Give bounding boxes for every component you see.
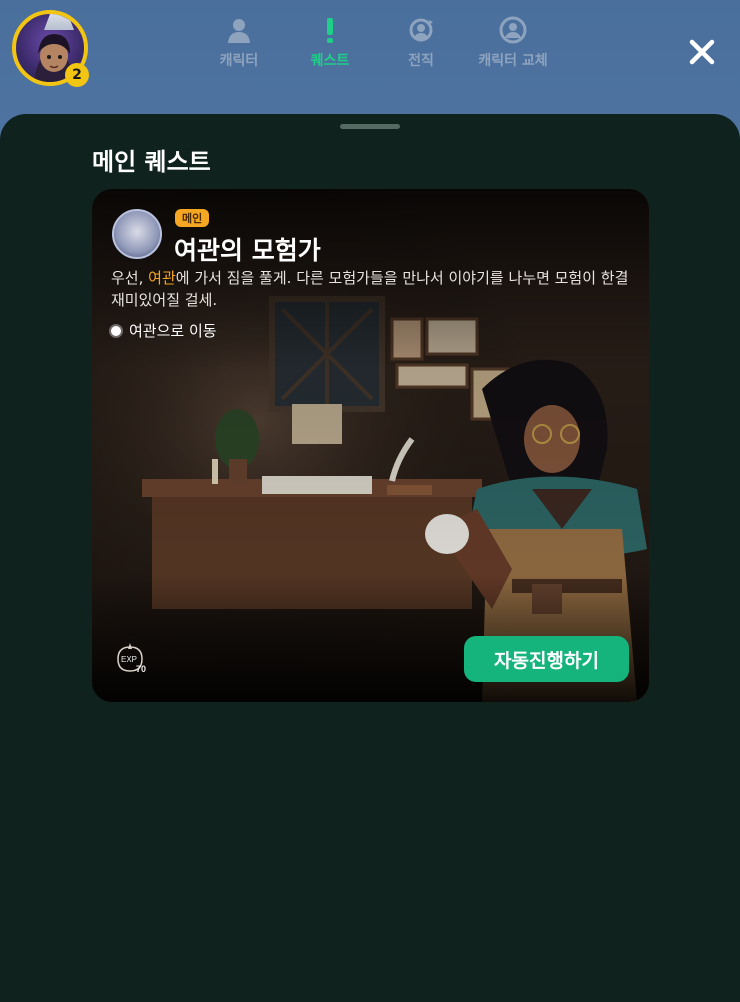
quest-sheet: 메인 퀘스트 메인 여관의 모험가 우선, 여관에 가서 짐을 풀게. 다른 모… (0, 114, 740, 1002)
npc-portrait (112, 209, 162, 259)
quest-card[interactable]: 메인 여관의 모험가 우선, 여관에 가서 짐을 풀게. 다른 모험가들을 만나… (92, 189, 649, 702)
svg-text:70: 70 (136, 664, 146, 674)
close-button[interactable] (684, 34, 720, 70)
exp-reward-badge: EXP 70 (114, 643, 150, 675)
quest-description: 우선, 여관에 가서 짐을 풀게. 다른 모험가들을 만나서 이야기를 나누면 … (111, 269, 629, 309)
level-badge: 2 (65, 63, 89, 87)
swap-character-icon (499, 16, 527, 44)
quest-title: 여관의 모험가 (174, 236, 321, 265)
tab-character[interactable]: 캐릭터 (194, 16, 284, 70)
section-title: 메인 퀘스트 (92, 148, 211, 176)
objective-bullet-icon (111, 325, 121, 336)
quest-objective: 여관으로 이동 (111, 320, 217, 341)
tab-label: 퀘스트 (310, 53, 350, 69)
exp-icon: EXP 70 (117, 643, 146, 674)
drag-handle[interactable] (340, 124, 400, 129)
highlight-location: 여관 (148, 269, 176, 287)
tab-label: 캐릭터 교체 (478, 53, 548, 69)
auto-progress-button[interactable]: 자동진행하기 (464, 636, 629, 682)
tab-label: 전직 (408, 53, 434, 69)
class-change-icon (409, 18, 433, 42)
person-icon (228, 19, 250, 43)
tab-label: 캐릭터 (219, 53, 259, 69)
tab-class-change[interactable]: 전직 (376, 16, 466, 70)
tab-swap-character[interactable]: 캐릭터 교체 (468, 16, 558, 70)
exclamation-icon (327, 18, 333, 43)
objective-label: 여관으로 이동 (129, 322, 217, 340)
quest-type-badge: 메인 (175, 209, 210, 227)
svg-text:EXP: EXP (121, 655, 137, 664)
close-icon (689, 39, 715, 65)
tab-quest[interactable]: 퀘스트 (285, 16, 375, 70)
top-bar: 2 캐릭터 퀘스트 전직 캐릭터 교체 (0, 0, 740, 120)
